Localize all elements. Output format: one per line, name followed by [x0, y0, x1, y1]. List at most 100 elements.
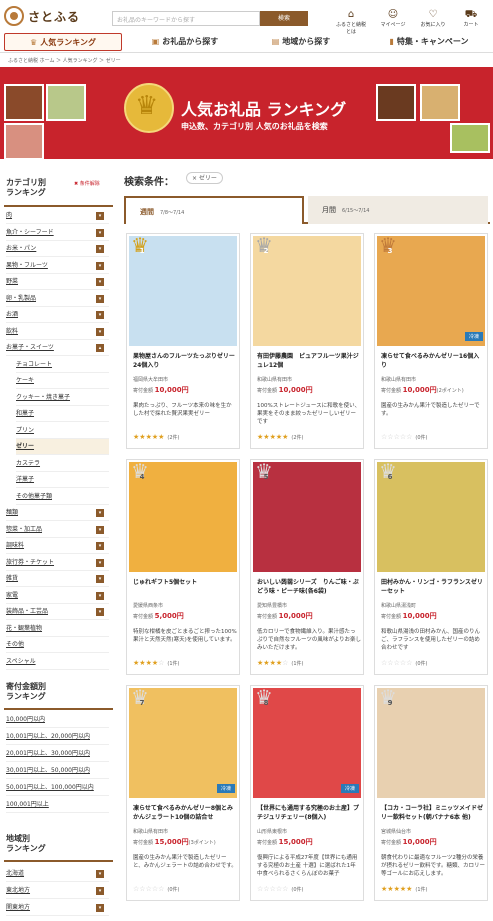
- nav-gifts[interactable]: ▣ お礼品から探す: [130, 33, 240, 51]
- expand-toggle-icon[interactable]: ▾: [96, 212, 104, 220]
- banner-title: 人気お礼品 ランキング: [181, 100, 347, 119]
- search-button[interactable]: 検索: [260, 11, 308, 26]
- ranking-card[interactable]: 9 【コカ・コーラ社】ミニッツメイドゼリー飲料セット(朝バナナ6本 他) 宮城県仙台…: [374, 685, 488, 901]
- nav-features[interactable]: ▮ 特集・キャンペーン: [370, 33, 488, 51]
- subcategory-item[interactable]: 和菓子: [16, 406, 109, 422]
- rank-badge-icon: 1: [131, 234, 153, 258]
- nav-region[interactable]: ▤ 地域から探す: [246, 33, 356, 51]
- subcategory-item[interactable]: カステラ: [16, 456, 109, 472]
- expand-toggle-icon[interactable]: ▾: [96, 870, 104, 878]
- product-title[interactable]: 凍らせて食べるみかんゼリー16個入り: [381, 352, 485, 370]
- category-item[interactable]: 魚介・シーフード ▾: [6, 225, 109, 241]
- product-title[interactable]: おいしい蒟蒻シリーズ りんご味・ぶどう味・ピーチ味(各6袋): [257, 578, 361, 596]
- donation-item[interactable]: 30,001円以上、50,000円以内: [6, 763, 109, 779]
- breadcrumb[interactable]: ふるさと納税 ホーム ＞ 人気ランキング ＞ ゼリー: [8, 57, 121, 64]
- category-item[interactable]: 肉 ▾: [6, 208, 109, 224]
- subcategory-item[interactable]: 洋菓子: [16, 472, 109, 488]
- expand-toggle-icon[interactable]: ▾: [96, 261, 104, 270]
- subcategory-item[interactable]: プリン: [16, 423, 109, 439]
- category-item[interactable]: 雑貨 ▾: [6, 571, 109, 587]
- ranking-card[interactable]: 4 じゅれギフト5個セット愛媛県西条市寄付金額 5,000円特別な柑橘を皮ごとまる…: [126, 459, 240, 675]
- category-item[interactable]: 家電 ▾: [6, 588, 109, 604]
- expand-toggle-icon[interactable]: ▾: [96, 311, 104, 319]
- category-item[interactable]: 装飾品・工芸品 ▾: [6, 604, 109, 620]
- cart-link[interactable]: ⛟ カート: [456, 8, 486, 28]
- category-item[interactable]: 旅行券・チケット ▾: [6, 555, 109, 571]
- donation-item[interactable]: 100,001円以上: [6, 797, 109, 813]
- category-item[interactable]: 調味料 ▾: [6, 538, 109, 554]
- product-title[interactable]: 【コカ・コーラ社】ミニッツメイドゼリー飲料セット(朝バナナ6本 他): [381, 804, 485, 822]
- expand-toggle-icon[interactable]: ▾: [96, 509, 104, 517]
- product-title[interactable]: じゅれギフト5個セット: [133, 578, 237, 596]
- category-item[interactable]: スペシャル: [6, 654, 109, 670]
- subcategory-item[interactable]: ゼリー: [16, 439, 109, 455]
- region-item[interactable]: 関東地方 ▾: [6, 900, 109, 916]
- building-icon: ⌂: [347, 9, 355, 20]
- expand-toggle-icon[interactable]: ▾: [96, 542, 104, 550]
- product-city: 福岡県大牟田市: [133, 377, 169, 383]
- ranking-card[interactable]: 8 冷凍【世界にも通用する究極のお土産】プチジュリチェリー(8個入) 山形県東根市寄…: [250, 685, 364, 901]
- donation-item[interactable]: 10,001円以上、20,000円以内: [6, 729, 109, 745]
- subcategory-item[interactable]: その他菓子類: [16, 489, 109, 505]
- expand-toggle-icon[interactable]: ▾: [96, 887, 104, 895]
- donation-item[interactable]: 10,000円以内: [6, 712, 109, 728]
- ranking-card[interactable]: 2 有田伊藤農園 ピュアフルーツ果汁ジュレ12個和歌山県有田市寄付金額 10,00…: [250, 233, 364, 449]
- expand-toggle-icon[interactable]: ▾: [96, 278, 104, 286]
- category-item[interactable]: 惣菜・加工品 ▾: [6, 522, 109, 538]
- ranking-card[interactable]: 1 果物屋さんのフルーツたっぷりゼリー24個入り福岡県大牟田市寄付金額 10,00…: [126, 233, 240, 449]
- category-item[interactable]: お米・パン ▾: [6, 241, 109, 257]
- tab-weekly[interactable]: 週間 7/8〜7/14: [124, 196, 304, 224]
- category-item[interactable]: 飲料 ▾: [6, 324, 109, 340]
- mypage-link[interactable]: ☺ マイページ: [378, 8, 408, 28]
- donation-item[interactable]: 20,001円以上、30,000円以内: [6, 746, 109, 762]
- expand-toggle-icon[interactable]: ▾: [96, 228, 104, 237]
- expand-toggle-icon[interactable]: ▾: [96, 904, 104, 912]
- category-item[interactable]: お菓子・スイーツ ▴: [6, 340, 109, 356]
- category-item[interactable]: 花・観葉植物: [6, 621, 109, 637]
- site-logo[interactable]: さとふる: [4, 6, 82, 26]
- category-item[interactable]: その他: [6, 637, 109, 653]
- expand-toggle-icon[interactable]: ▾: [96, 294, 104, 303]
- tab-monthly-range: 6/15〜7/14: [342, 208, 370, 214]
- category-item[interactable]: 果物・フルーツ ▾: [6, 258, 109, 274]
- region-item[interactable]: 東北地方 ▾: [6, 883, 109, 899]
- expand-toggle-icon[interactable]: ▾: [96, 608, 104, 616]
- favorites-link[interactable]: ♡ お気に入り: [418, 8, 448, 28]
- expand-toggle-icon[interactable]: ▾: [96, 591, 104, 600]
- expand-toggle-icon[interactable]: ▾: [96, 327, 104, 336]
- ranking-card[interactable]: 6 田村みかん・リンゴ・ラフランスゼリーセット和歌山県湯浅町寄付金額 10,000…: [374, 459, 488, 675]
- expand-toggle-icon[interactable]: ▾: [96, 575, 104, 583]
- category-item[interactable]: 麺類 ▾: [6, 505, 109, 521]
- search-input[interactable]: お礼品のキーワードから探す: [112, 11, 260, 26]
- subcategory-item[interactable]: クッキー・焼き菓子: [16, 390, 109, 406]
- category-label: スペシャル: [6, 657, 36, 665]
- review-count: (1件): [167, 661, 180, 667]
- subcategory-item[interactable]: ケーキ: [16, 373, 109, 389]
- subcategory-label: ケーキ: [16, 377, 35, 384]
- category-item[interactable]: 野菜 ▾: [6, 274, 109, 290]
- tab-monthly[interactable]: 月間 6/15〜7/14: [308, 196, 488, 224]
- ranking-card[interactable]: 5 おいしい蒟蒻シリーズ りんご味・ぶどう味・ピーチ味(各6袋) 愛知県豊橋市寄付金…: [250, 459, 364, 675]
- expand-toggle-icon[interactable]: ▾: [96, 558, 104, 567]
- rating-stars: ☆☆☆☆☆ (0件): [381, 433, 428, 441]
- ranking-card[interactable]: 7 冷凍凍らせて食べるみかんゼリー8個とみかんジェラート10個の詰合せ和歌山県有田…: [126, 685, 240, 901]
- category-item[interactable]: 卵・乳製品 ▾: [6, 291, 109, 307]
- price-label: 寄付金額: [257, 388, 278, 394]
- category-item[interactable]: お酒 ▾: [6, 307, 109, 323]
- expand-toggle-icon[interactable]: ▴: [96, 344, 104, 352]
- star-icon: ☆: [406, 659, 413, 667]
- nav-ranking[interactable]: ♛ 人気ランキング: [4, 33, 122, 51]
- product-title[interactable]: 有田伊藤農園 ピュアフルーツ果汁ジュレ12個: [257, 352, 361, 370]
- expand-toggle-icon[interactable]: ▾: [96, 245, 104, 253]
- region-item[interactable]: 北海道 ▾: [6, 866, 109, 882]
- product-title[interactable]: 果物屋さんのフルーツたっぷりゼリー24個入り: [133, 352, 237, 370]
- product-title[interactable]: 【世界にも通用する究極のお土産】プチジュリチェリー(8個入): [257, 804, 361, 822]
- expand-toggle-icon[interactable]: ▾: [96, 525, 104, 534]
- product-title[interactable]: 田村みかん・リンゴ・ラフランスゼリーセット: [381, 578, 485, 596]
- product-title[interactable]: 凍らせて食べるみかんゼリー8個とみかんジェラート10個の詰合せ: [133, 804, 237, 822]
- donation-item[interactable]: 50,001円以上、100,000円以内: [6, 780, 109, 796]
- condition-tag-jelly[interactable]: × ゼリー: [186, 172, 223, 184]
- ranking-card[interactable]: 3 冷凍凍らせて食べるみかんゼリー16個入り和歌山県有田市寄付金額 10,000円…: [374, 233, 488, 449]
- condition-clear-link[interactable]: ✖ 条件解除: [74, 180, 100, 187]
- subcategory-item[interactable]: チョコレート: [16, 357, 109, 373]
